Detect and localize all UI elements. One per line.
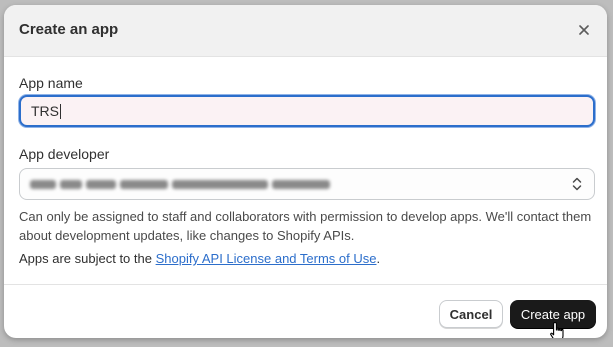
terms-prefix: Apps are subject to the	[19, 251, 156, 266]
app-name-label: App name	[19, 75, 83, 91]
dialog-title: Create an app	[19, 21, 119, 38]
app-name-value: TRS	[31, 103, 59, 119]
close-button[interactable]	[573, 19, 595, 41]
chevron-up-down-icon	[572, 177, 582, 191]
cancel-button[interactable]: Cancel	[439, 300, 503, 328]
app-name-input[interactable]: TRS	[19, 95, 595, 127]
app-developer-label: App developer	[19, 146, 110, 162]
hand-pointer-icon	[550, 321, 564, 338]
footer-divider	[4, 284, 607, 285]
close-icon	[579, 25, 589, 35]
terms-suffix: .	[376, 251, 381, 266]
dialog-header: Create an app	[4, 5, 607, 57]
app-developer-select[interactable]	[19, 168, 595, 200]
create-app-dialog: Create an app App name TRS App developer…	[4, 5, 607, 338]
terms-notice: Apps are subject to the Shopify API Lice…	[19, 251, 380, 266]
terms-link[interactable]: Shopify API License and Terms of Use	[156, 251, 377, 266]
app-developer-redacted-value	[30, 179, 330, 189]
app-developer-help-text: Can only be assigned to staff and collab…	[19, 209, 592, 243]
text-caret	[60, 103, 61, 119]
